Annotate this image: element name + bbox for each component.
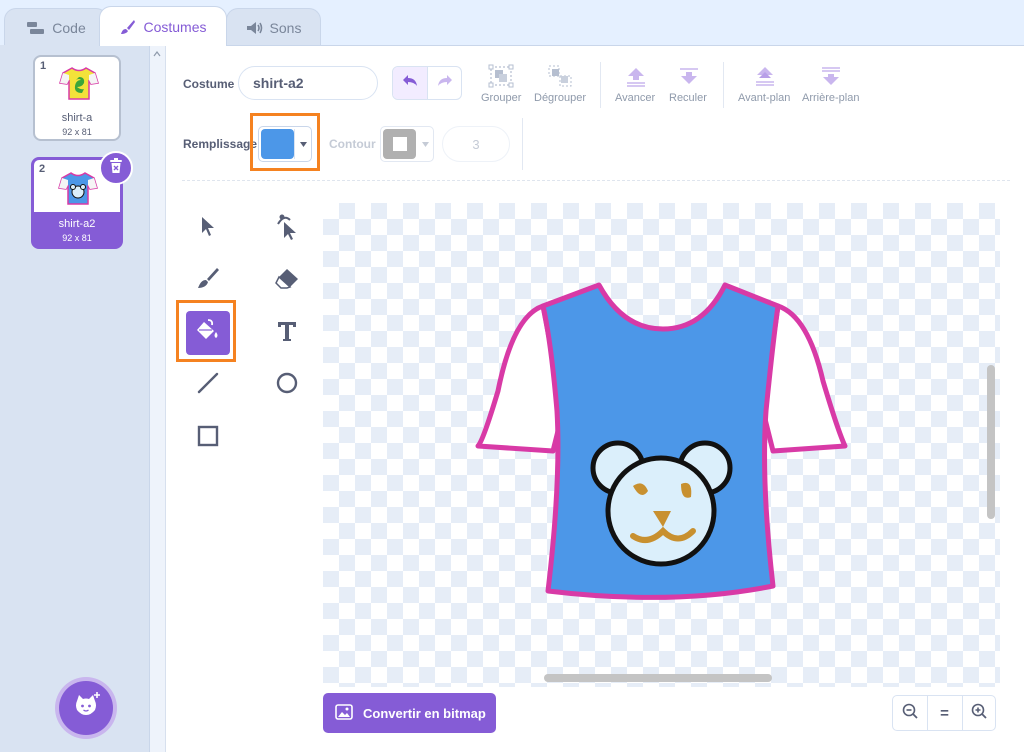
line-tool[interactable] <box>186 363 230 407</box>
undo-button[interactable] <box>393 67 428 99</box>
bring-to-front-icon <box>753 67 777 92</box>
costume-size: 92 x 81 <box>62 233 92 243</box>
delete-costume-button[interactable] <box>99 151 133 185</box>
fill-tool[interactable] <box>186 311 230 355</box>
ungroup-icon <box>547 65 573 92</box>
costume-name-input[interactable]: shirt-a2 <box>238 66 378 100</box>
code-blocks-icon <box>26 21 46 35</box>
cat-add-icon <box>71 691 101 726</box>
toolbar-divider <box>522 118 523 170</box>
circle-tool[interactable] <box>265 363 309 407</box>
dropdown-arrow-icon <box>300 142 307 147</box>
costume-number: 1 <box>40 60 47 72</box>
choose-costume-button[interactable] <box>59 681 113 735</box>
costume-thumbnail <box>58 172 98 205</box>
paint-bucket-icon <box>195 318 221 348</box>
tab-costumes[interactable]: Costumes <box>99 6 227 46</box>
back-label: Arrière-plan <box>802 92 860 104</box>
group-button[interactable] <box>488 64 516 90</box>
shirt-drawing <box>475 282 848 600</box>
zoom-out-button[interactable] <box>893 696 928 730</box>
dropdown-arrow-icon <box>422 142 429 147</box>
costume-name: shirt-a2 <box>58 218 96 230</box>
arrow-pointer-icon <box>199 215 217 242</box>
eraser-tool[interactable] <box>265 258 309 302</box>
convert-bitmap-label: Convertir en bitmap <box>363 705 486 721</box>
front-button[interactable] <box>753 66 777 88</box>
eraser-icon <box>274 267 300 294</box>
reshape-tool[interactable] <box>265 206 309 250</box>
backward-button[interactable] <box>677 66 701 88</box>
canvas-horizontal-scrollbar[interactable] <box>544 674 772 682</box>
zoom-out-icon <box>902 703 918 724</box>
rectangle-tool[interactable] <box>186 416 230 460</box>
back-button[interactable] <box>819 66 843 88</box>
tab-sounds-label: Sons <box>269 19 302 36</box>
speaker-icon <box>246 21 264 35</box>
fill-color-picker[interactable] <box>258 126 312 162</box>
undo-redo-group <box>392 66 462 100</box>
costume-size: 92 x 81 <box>62 127 92 137</box>
chevron-up-icon[interactable] <box>153 51 161 57</box>
tab-costumes-label: Costumes <box>143 18 207 35</box>
zoom-controls: = <box>892 695 996 731</box>
image-icon <box>335 703 353 723</box>
swatch-divider <box>294 129 295 159</box>
ungroup-button[interactable] <box>547 64 575 90</box>
arrow-up-icon <box>624 68 648 92</box>
brush-icon <box>119 18 137 36</box>
forward-button[interactable] <box>624 66 648 88</box>
zoom-in-button[interactable] <box>962 696 996 730</box>
forward-label: Avancer <box>615 92 656 104</box>
editor-tabs: Code Costumes Sons <box>0 0 1024 46</box>
undo-icon <box>401 74 419 93</box>
toolbar-divider <box>723 62 724 108</box>
line-icon <box>196 371 220 400</box>
costume-number: 2 <box>39 163 46 175</box>
paint-canvas[interactable] <box>323 203 1000 687</box>
brush-tool[interactable] <box>186 258 230 302</box>
outline-color-swatch <box>383 129 416 159</box>
zoom-reset-button[interactable]: = <box>927 696 963 730</box>
fill-color-swatch <box>261 129 294 159</box>
text-icon <box>276 320 298 347</box>
rectangle-icon <box>196 424 220 453</box>
convert-bitmap-button[interactable]: Convertir en bitmap <box>323 693 496 733</box>
toolbar-separator <box>182 180 1010 181</box>
costume-item-1[interactable]: 1 shirt-a 92 x 81 <box>33 55 121 141</box>
tab-code[interactable]: Code <box>4 8 108 46</box>
ungroup-label: Dégrouper <box>534 92 586 104</box>
outline-color-picker[interactable] <box>380 126 434 162</box>
costume-name-label: Costume <box>183 77 235 91</box>
tab-code-label: Code <box>52 19 86 36</box>
redo-button[interactable] <box>428 67 461 99</box>
fill-label: Remplissage <box>183 137 258 151</box>
redo-icon <box>436 74 454 93</box>
group-icon <box>488 64 514 92</box>
toolbar-divider <box>600 62 601 108</box>
reshape-icon <box>274 212 300 245</box>
zoom-in-icon <box>971 703 987 724</box>
tab-sounds[interactable]: Sons <box>226 8 321 46</box>
circle-icon <box>275 371 299 400</box>
canvas-vertical-scrollbar[interactable] <box>987 365 995 519</box>
text-tool[interactable] <box>265 311 309 355</box>
outline-width-input[interactable]: 3 <box>442 126 510 162</box>
costume-list: 1 shirt-a 92 x 81 2 shirt-a2 92 x 81 <box>0 45 150 752</box>
front-label: Avant-plan <box>738 92 791 104</box>
backward-label: Reculer <box>669 92 707 104</box>
trash-icon <box>109 157 123 179</box>
arrow-down-icon <box>677 68 701 92</box>
outline-swatch-inner <box>392 137 407 151</box>
brush-icon <box>196 266 220 295</box>
outline-label: Contour <box>329 137 376 151</box>
group-label: Grouper <box>481 92 522 104</box>
costume-name: shirt-a <box>61 112 93 124</box>
costume-thumbnail <box>59 67 99 100</box>
send-to-back-icon <box>819 67 843 92</box>
select-tool[interactable] <box>186 206 230 250</box>
costume-list-scrollbar[interactable] <box>150 45 166 752</box>
